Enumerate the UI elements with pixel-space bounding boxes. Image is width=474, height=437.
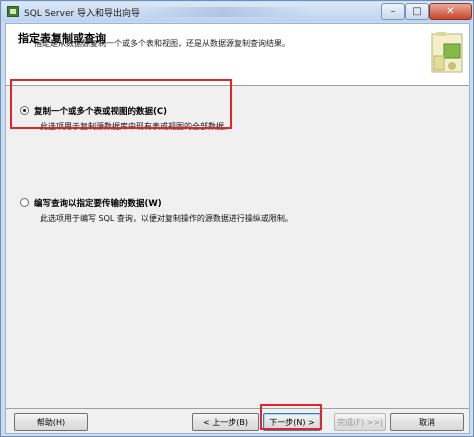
- close-button[interactable]: ✕: [429, 3, 472, 20]
- option-highlight-box: [10, 79, 232, 129]
- option-write-query-label[interactable]: 编写查询以指定要传输的数据(W): [34, 197, 162, 209]
- minimize-button[interactable]: –: [381, 3, 405, 20]
- page-header: 指定表复制或查询 指定是从数据源复制一个或多个表和视图，还是从数据源复制查询结果…: [6, 24, 469, 86]
- minimize-icon: –: [390, 6, 396, 17]
- help-button[interactable]: 帮助(H): [14, 413, 88, 431]
- maximize-icon: □: [412, 6, 422, 17]
- next-button[interactable]: 下一步(N) >: [263, 413, 321, 431]
- finish-button[interactable]: 完成(F) >>|: [334, 413, 386, 431]
- option-write-query-description: 此选项用于编写 SQL 查询，以便对复制操作的源数据进行操纵或限制。: [40, 214, 293, 223]
- page-subtitle: 指定是从数据源复制一个或多个表和视图，还是从数据源复制查询结果。: [34, 39, 290, 48]
- title-bar: SQL Server 导入和导出向导 – □ ✕: [2, 2, 472, 22]
- window-title: SQL Server 导入和导出向导: [24, 9, 141, 19]
- wizard-footer: 帮助(H) < 上一步(B) 下一步(N) > 完成(F) >>| 取消: [6, 408, 469, 433]
- maximize-button[interactable]: □: [405, 3, 429, 20]
- app-icon: [7, 6, 19, 17]
- cancel-button[interactable]: 取消: [390, 413, 464, 431]
- close-icon: ✕: [446, 6, 455, 17]
- wizard-window: SQL Server 导入和导出向导 – □ ✕ 指定表复制或查询 指定是从数据…: [0, 0, 474, 437]
- back-button[interactable]: < 上一步(B): [192, 413, 259, 431]
- wizard-graphic-icon: [431, 32, 463, 73]
- options-area: 复制一个或多个表或视图的数据(C) 此选项用于复制源数据库中现有表或视图的全部数…: [6, 87, 469, 407]
- title-blur-region: [132, 7, 312, 17]
- radio-write-query[interactable]: [20, 198, 29, 207]
